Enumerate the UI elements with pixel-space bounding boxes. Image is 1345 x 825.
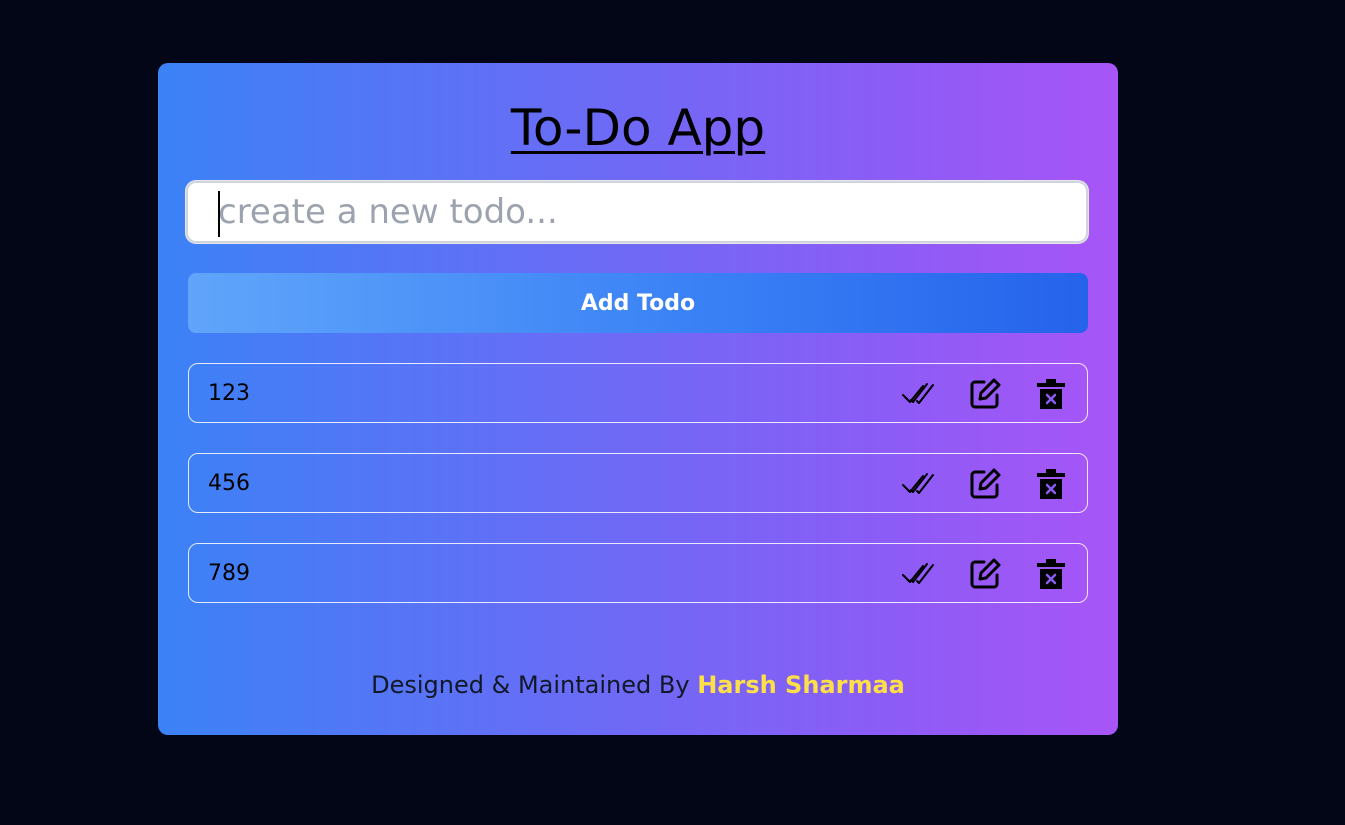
todo-item: 123 — [188, 363, 1088, 423]
todo-input-container[interactable] — [186, 181, 1088, 243]
edit-icon[interactable] — [967, 466, 1003, 502]
todo-item: 789 — [188, 543, 1088, 603]
edit-icon[interactable] — [967, 376, 1003, 412]
todo-input[interactable] — [188, 183, 1086, 241]
double-check-icon[interactable] — [901, 466, 937, 502]
trash-icon[interactable] — [1033, 556, 1069, 592]
trash-icon[interactable] — [1033, 376, 1069, 412]
todo-card: To-Do App Add Todo 123 — [158, 63, 1118, 735]
footer-author: Harsh Sharmaa — [697, 671, 905, 699]
text-caret — [218, 191, 220, 237]
edit-icon[interactable] — [967, 556, 1003, 592]
double-check-icon[interactable] — [901, 556, 937, 592]
todo-text: 123 — [208, 381, 250, 406]
trash-icon[interactable] — [1033, 466, 1069, 502]
todo-text: 456 — [208, 471, 250, 496]
add-todo-button[interactable]: Add Todo — [188, 273, 1088, 333]
todo-text: 789 — [208, 561, 250, 586]
double-check-icon[interactable] — [901, 376, 937, 412]
page-title: To-Do App — [510, 99, 766, 157]
footer-credit: Designed & Maintained By Harsh Sharmaa — [158, 667, 1118, 703]
footer-prefix: Designed & Maintained By — [371, 671, 690, 699]
todo-item: 456 — [188, 453, 1088, 513]
